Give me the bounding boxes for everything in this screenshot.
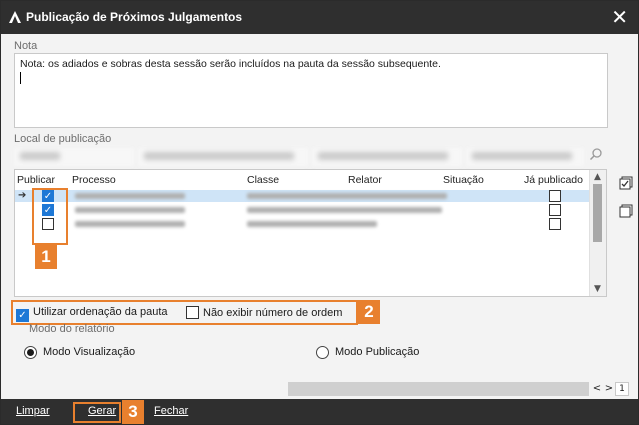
report-mode-label: Modo do relatório: [29, 323, 115, 335]
hide-order-number-checkbox[interactable]: [186, 306, 199, 319]
horizontal-scrollbar[interactable]: [288, 382, 589, 396]
location-cell: [466, 148, 584, 166]
app-logo-icon: [9, 11, 21, 23]
ja-publicado-checkbox[interactable]: [549, 190, 561, 202]
use-pauta-order-checkbox[interactable]: ✓: [16, 309, 29, 322]
page-number[interactable]: 1: [615, 382, 629, 396]
mode-visualizacao-radio[interactable]: [24, 346, 37, 359]
step-badge-2: 2: [358, 300, 380, 324]
dialog-window: Publicação de Próximos Julgamentos ✕ Not…: [0, 0, 639, 425]
prev-page-button[interactable]: <: [591, 382, 603, 396]
grid-header: Publicar Processo Classe Relator Situaçã…: [15, 170, 606, 188]
mode-publicacao-label[interactable]: Modo Publicação: [335, 346, 419, 358]
process-grid: Publicar Processo Classe Relator Situaçã…: [14, 169, 607, 297]
title-bar: Publicação de Próximos Julgamentos ✕: [1, 1, 638, 34]
limpar-label: Limpar: [16, 405, 50, 417]
mode-visualizacao-label[interactable]: Modo Visualização: [43, 346, 135, 358]
highlight-box-1: [32, 188, 68, 245]
scroll-up-icon[interactable]: ▲: [594, 172, 601, 182]
note-text: Nota: os adiados e sobras desta sessão s…: [20, 58, 441, 70]
search-icon[interactable]: [589, 147, 603, 161]
step-badge-3: 3: [122, 400, 144, 424]
blurred-text: [75, 221, 185, 227]
blurred-text: [75, 193, 185, 199]
current-row-arrow-icon: ➔: [18, 190, 27, 201]
table-row[interactable]: ✓: [15, 204, 591, 216]
ja-publicado-checkbox[interactable]: [549, 204, 561, 216]
fechar-button[interactable]: Fechar: [154, 405, 188, 417]
blurred-text: [472, 152, 572, 160]
location-cell: [14, 148, 134, 166]
blurred-text: [318, 152, 448, 160]
step-badge-1: 1: [35, 245, 57, 269]
blurred-text: [20, 152, 60, 160]
close-icon[interactable]: ✕: [611, 7, 628, 27]
blurred-text: [247, 207, 442, 213]
mode-publicacao-radio[interactable]: [316, 346, 329, 359]
hide-order-number-option[interactable]: Não exibir número de ordem: [186, 306, 342, 319]
table-row[interactable]: ➔ ✓: [15, 190, 591, 202]
use-pauta-order-label: Utilizar ordenação da pauta: [33, 306, 168, 318]
blurred-text: [247, 193, 447, 199]
location-cell: [312, 148, 462, 166]
window-title: Publicação de Próximos Julgamentos: [26, 10, 243, 24]
uncheck-all-icon[interactable]: [619, 204, 633, 218]
footer-toolbar: Limpar Gerar Fechar: [1, 399, 638, 424]
scroll-down-icon[interactable]: ▼: [594, 284, 601, 294]
col-situacao[interactable]: Situação: [443, 174, 484, 186]
highlight-box-3: [73, 402, 121, 423]
check-all-icon[interactable]: [619, 176, 633, 190]
location-label: Local de publicação: [14, 133, 112, 145]
next-page-button[interactable]: >: [603, 382, 615, 396]
col-classe[interactable]: Classe: [247, 174, 279, 186]
scroll-thumb[interactable]: [593, 184, 602, 242]
grid-vertical-scrollbar[interactable]: ▲ ▼: [589, 170, 606, 296]
col-ja-publicado[interactable]: Já publicado: [524, 174, 583, 186]
hide-order-number-label: Não exibir número de ordem: [203, 307, 343, 319]
ja-publicado-checkbox[interactable]: [549, 218, 561, 230]
blurred-text: [247, 221, 377, 227]
text-caret: [20, 72, 21, 84]
table-row[interactable]: [15, 218, 591, 230]
note-label: Nota: [14, 40, 38, 52]
location-cell: [138, 148, 308, 166]
note-textarea[interactable]: Nota: os adiados e sobras desta sessão s…: [14, 53, 608, 128]
col-relator[interactable]: Relator: [348, 174, 382, 186]
blurred-text: [144, 152, 294, 160]
use-pauta-order-option[interactable]: ✓ Utilizar ordenação da pauta: [16, 306, 168, 322]
col-processo[interactable]: Processo: [72, 174, 116, 186]
limpar-button[interactable]: Limpar: [16, 405, 50, 417]
fechar-label: Fechar: [154, 405, 189, 417]
col-publicar[interactable]: Publicar: [17, 174, 55, 186]
blurred-text: [75, 207, 185, 213]
location-combo[interactable]: [14, 148, 584, 166]
